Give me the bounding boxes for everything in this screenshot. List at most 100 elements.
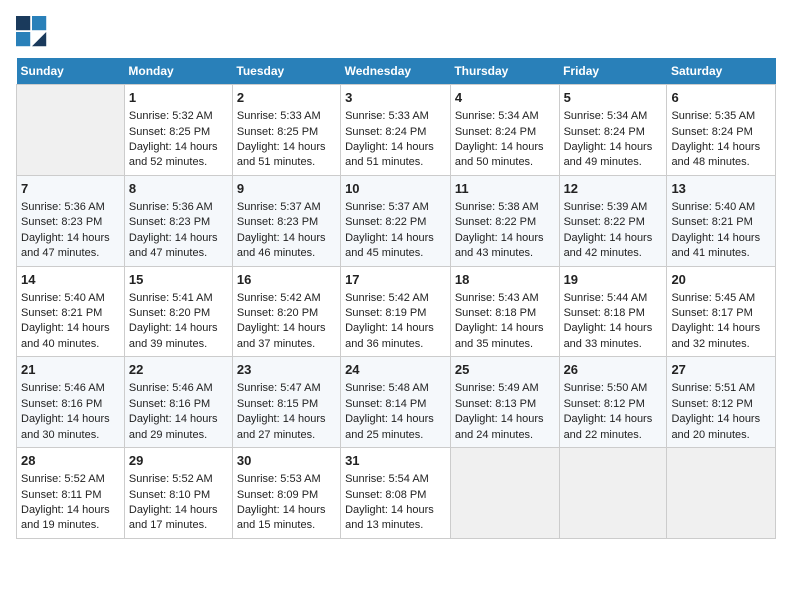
sunset-text: Sunset: 8:25 PM (129, 126, 210, 138)
sunset-text: Sunset: 8:21 PM (21, 307, 102, 319)
day-cell: 7Sunrise: 5:36 AMSunset: 8:23 PMDaylight… (17, 175, 125, 266)
day-cell: 26 Sunrise: 5:50 AM Sunset: 8:12 PM Dayligh… (559, 357, 667, 448)
day-cell: 20Sunrise: 5:45 AMSunset: 8:17 PMDayligh… (667, 266, 776, 357)
daylight-text: Daylight: 14 hours and 52 minutes. (129, 141, 218, 168)
sunset-text: Sunset: 8:23 PM (237, 216, 318, 228)
sunrise-text: Sunrise: 5:34 AM (564, 110, 648, 122)
logo-icon (16, 16, 48, 48)
daylight-text: Daylight: 14 hours and 30 minutes. (21, 413, 110, 440)
sunset-text: Sunset: 8:11 PM (21, 489, 102, 501)
daylight-text: Daylight: 14 hours and 50 minutes. (455, 141, 544, 168)
daylight-text: Daylight: 14 hours and 41 minutes. (671, 232, 760, 259)
header-wednesday: Wednesday (341, 58, 451, 85)
sunset-text: Sunset: 8:12 PM (564, 398, 645, 410)
daylight-text: Daylight: 14 hours and 22 minutes. (564, 413, 653, 440)
sunset-text: Sunset: 8:15 PM (237, 398, 318, 410)
day-cell (667, 448, 776, 539)
day-number: 15 (129, 271, 228, 289)
sunset-text: Sunset: 8:23 PM (21, 216, 102, 228)
day-cell: 2Sunrise: 5:33 AMSunset: 8:25 PMDaylight… (232, 85, 340, 176)
daylight-text: Daylight: 14 hours and 33 minutes. (564, 322, 653, 349)
day-cell: 4Sunrise: 5:34 AMSunset: 8:24 PMDaylight… (450, 85, 559, 176)
day-cell: 11Sunrise: 5:38 AMSunset: 8:22 PMDayligh… (450, 175, 559, 266)
calendar-body: 1Sunrise: 5:32 AMSunset: 8:25 PMDaylight… (17, 85, 776, 539)
day-cell: 14Sunrise: 5:40 AMSunset: 8:21 PMDayligh… (17, 266, 125, 357)
day-number: 19 (564, 271, 663, 289)
day-number: 24 (345, 361, 446, 379)
calendar-table: SundayMondayTuesdayWednesdayThursdayFrid… (16, 58, 776, 539)
day-number: 8 (129, 180, 228, 198)
header-sunday: Sunday (17, 58, 125, 85)
sunset-text: Sunset: 8:18 PM (455, 307, 536, 319)
day-number: 26 (564, 361, 663, 379)
daylight-text: Daylight: 14 hours and 47 minutes. (21, 232, 110, 259)
day-cell: 16Sunrise: 5:42 AMSunset: 8:20 PMDayligh… (232, 266, 340, 357)
sunrise-text: Sunrise: 5:54 AM (345, 473, 429, 485)
header-saturday: Saturday (667, 58, 776, 85)
daylight-text: Daylight: 14 hours and 47 minutes. (129, 232, 218, 259)
daylight-text: Daylight: 14 hours and 39 minutes. (129, 322, 218, 349)
day-cell: 23 Sunrise: 5:47 AM Sunset: 8:15 PM Dayligh… (232, 357, 340, 448)
sunset-text: Sunset: 8:17 PM (671, 307, 752, 319)
page-header (16, 16, 776, 48)
sunrise-text: Sunrise: 5:48 AM (345, 382, 429, 394)
week-row-4: 21Sunrise: 5:46 AMSunset: 8:16 PMDayligh… (17, 357, 776, 448)
day-number: 4 (455, 89, 555, 107)
sunset-text: Sunset: 8:18 PM (564, 307, 645, 319)
daylight-text: Daylight: 14 hours and 37 minutes. (237, 322, 326, 349)
sunrise-text: Sunrise: 5:36 AM (129, 201, 213, 213)
sunset-text: Sunset: 8:22 PM (345, 216, 426, 228)
sunrise-text: Sunrise: 5:40 AM (671, 201, 755, 213)
sunrise-text: Sunrise: 5:45 AM (671, 292, 755, 304)
daylight-text: Daylight: 14 hours and 27 minutes. (237, 413, 326, 440)
day-cell: 29Sunrise: 5:52 AMSunset: 8:10 PMDayligh… (124, 448, 232, 539)
sunrise-text: Sunrise: 5:42 AM (345, 292, 429, 304)
daylight-text: Daylight: 14 hours and 51 minutes. (237, 141, 326, 168)
sunrise-text: Sunrise: 5:50 AM (564, 382, 648, 394)
week-row-5: 28Sunrise: 5:52 AMSunset: 8:11 PMDayligh… (17, 448, 776, 539)
daylight-text: Daylight: 14 hours and 49 minutes. (564, 141, 653, 168)
header-friday: Friday (559, 58, 667, 85)
day-cell: 19Sunrise: 5:44 AMSunset: 8:18 PMDayligh… (559, 266, 667, 357)
sunset-text: Sunset: 8:16 PM (129, 398, 210, 410)
day-cell (450, 448, 559, 539)
sunset-text: Sunset: 8:24 PM (671, 126, 752, 138)
header-monday: Monday (124, 58, 232, 85)
day-cell: 28Sunrise: 5:52 AMSunset: 8:11 PMDayligh… (17, 448, 125, 539)
day-cell: 18 Sunrise: 5:43 AM Sunset: 8:18 PM Dayligh… (450, 266, 559, 357)
daylight-text: Daylight: 14 hours and 13 minutes. (345, 504, 434, 531)
day-cell: 9Sunrise: 5:37 AMSunset: 8:23 PMDaylight… (232, 175, 340, 266)
day-cell: 10Sunrise: 5:37 AMSunset: 8:22 PMDayligh… (341, 175, 451, 266)
day-number: 25 (455, 361, 555, 379)
calendar-header-row: SundayMondayTuesdayWednesdayThursdayFrid… (17, 58, 776, 85)
sunrise-text: Sunrise: 5:37 AM (345, 201, 429, 213)
sunrise-text: Sunrise: 5:34 AM (455, 110, 539, 122)
day-number: 23 (237, 361, 336, 379)
sunrise-text: Sunrise: 5:42 AM (237, 292, 321, 304)
day-cell: 8Sunrise: 5:36 AMSunset: 8:23 PMDaylight… (124, 175, 232, 266)
daylight-text: Daylight: 14 hours and 19 minutes. (21, 504, 110, 531)
sunrise-text: Sunrise: 5:47 AM (237, 382, 321, 394)
daylight-text: Daylight: 14 hours and 35 minutes. (455, 322, 544, 349)
day-number: 14 (21, 271, 120, 289)
sunrise-text: Sunrise: 5:43 AM (455, 292, 539, 304)
day-cell: 6Sunrise: 5:35 AMSunset: 8:24 PMDaylight… (667, 85, 776, 176)
day-cell: 3Sunrise: 5:33 AMSunset: 8:24 PMDaylight… (341, 85, 451, 176)
sunrise-text: Sunrise: 5:52 AM (129, 473, 213, 485)
day-number: 2 (237, 89, 336, 107)
sunset-text: Sunset: 8:13 PM (455, 398, 536, 410)
day-number: 29 (129, 452, 228, 470)
sunset-text: Sunset: 8:19 PM (345, 307, 426, 319)
day-number: 31 (345, 452, 446, 470)
day-number: 27 (671, 361, 771, 379)
day-number: 18 (455, 271, 555, 289)
day-number: 5 (564, 89, 663, 107)
sunset-text: Sunset: 8:22 PM (455, 216, 536, 228)
day-number: 16 (237, 271, 336, 289)
day-number: 21 (21, 361, 120, 379)
sunset-text: Sunset: 8:08 PM (345, 489, 426, 501)
day-cell: 12Sunrise: 5:39 AMSunset: 8:22 PMDayligh… (559, 175, 667, 266)
day-number: 7 (21, 180, 120, 198)
sunrise-text: Sunrise: 5:39 AM (564, 201, 648, 213)
sunset-text: Sunset: 8:12 PM (671, 398, 752, 410)
